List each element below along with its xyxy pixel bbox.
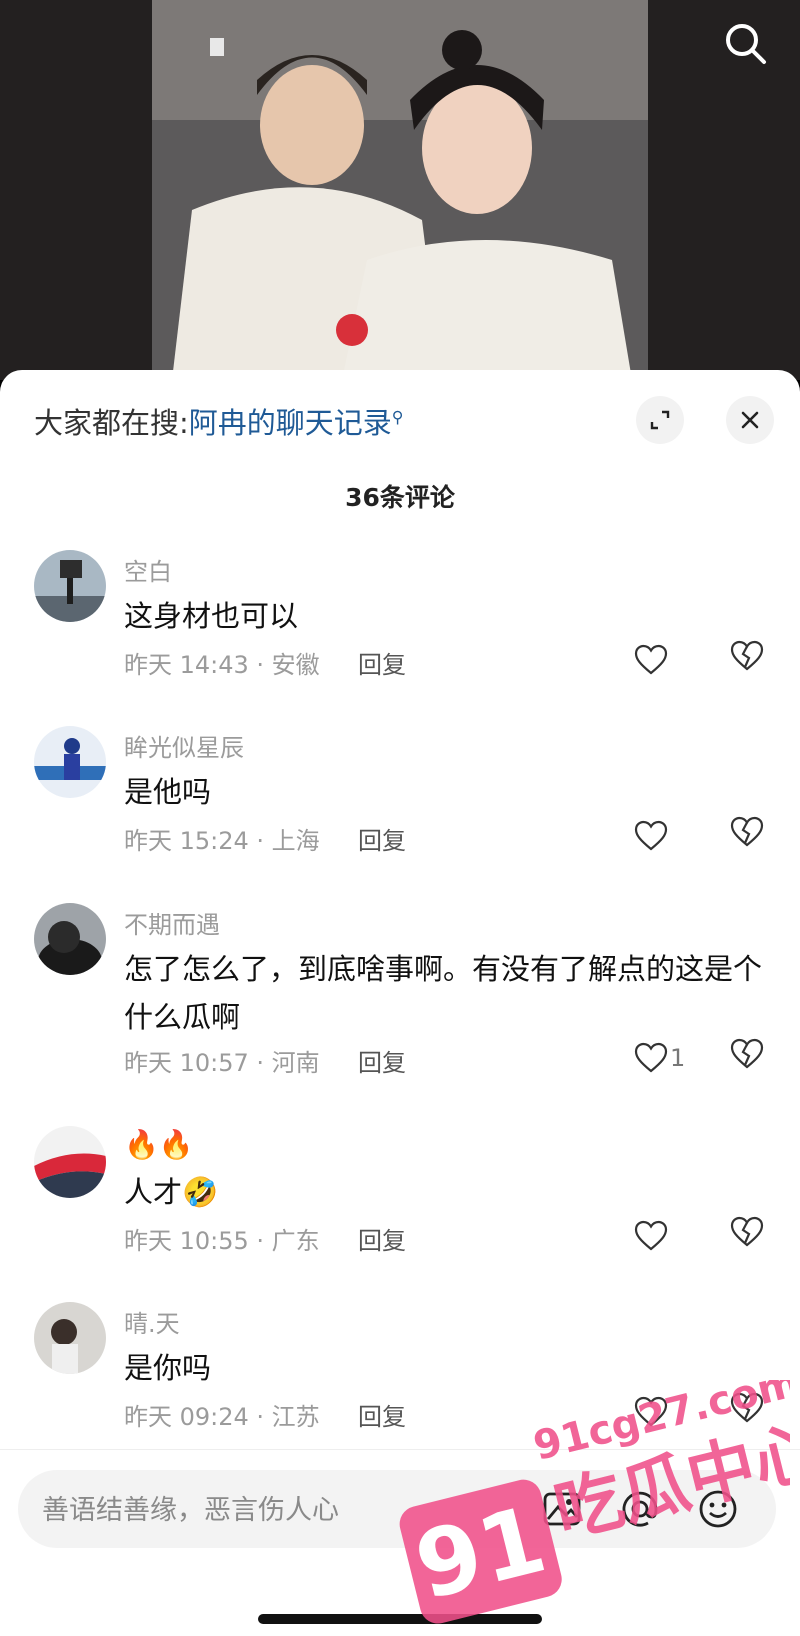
hot-search-bar[interactable]: 大家都在搜:阿冉的聊天记录⚲ xyxy=(34,400,404,442)
comment-username[interactable]: 晴.天 xyxy=(124,1304,180,1339)
dislike-button[interactable] xyxy=(730,1216,770,1256)
reply-button[interactable]: 回复 xyxy=(358,1043,406,1078)
comment-username[interactable]: 眸光似星辰 xyxy=(124,728,244,763)
hot-search-prefix: 大家都在搜: xyxy=(34,406,189,440)
reply-button[interactable]: 回复 xyxy=(358,1221,406,1256)
search-icon[interactable] xyxy=(720,18,772,70)
heart-icon xyxy=(634,820,668,851)
avatar[interactable] xyxy=(34,903,106,975)
broken-heart-icon xyxy=(730,1216,764,1247)
heart-icon xyxy=(634,1042,668,1073)
comment-meta: 昨天 10:57 · 河南 xyxy=(124,1049,320,1077)
avatar[interactable] xyxy=(34,726,106,798)
expand-icon xyxy=(650,410,670,430)
like-button[interactable] xyxy=(634,640,694,680)
comment-text: 人才🤣 xyxy=(124,1175,219,1209)
dislike-button[interactable] xyxy=(730,816,770,856)
comment-meta: 昨天 09:24 · 江苏 xyxy=(124,1403,320,1431)
comment-username[interactable]: 不期而遇 xyxy=(124,905,220,940)
like-button[interactable] xyxy=(634,1216,694,1256)
avatar[interactable] xyxy=(34,1302,106,1374)
like-count: 1 xyxy=(670,1044,686,1072)
dislike-button[interactable] xyxy=(730,640,770,680)
broken-heart-icon xyxy=(730,1038,764,1069)
dislike-button[interactable] xyxy=(730,1038,770,1078)
close-button[interactable] xyxy=(726,396,774,444)
comment-meta: 昨天 15:24 · 上海 xyxy=(124,827,320,855)
hot-search-keyword[interactable]: 阿冉的聊天记录 xyxy=(189,406,392,440)
heart-icon xyxy=(634,644,668,675)
comment-username[interactable]: 🔥🔥 xyxy=(124,1128,194,1161)
expand-button[interactable] xyxy=(636,396,684,444)
heart-icon xyxy=(634,1220,668,1251)
small-search-icon: ⚲ xyxy=(391,407,404,427)
comment-username[interactable]: 空白 xyxy=(124,552,172,587)
comment-text: 怎了怎么了，到底啥事啊。有没有了解点的这是个什么瓜啊 xyxy=(124,952,763,1034)
avatar[interactable] xyxy=(34,1126,106,1198)
comment-meta: 昨天 14:43 · 安徽 xyxy=(124,651,320,679)
reply-button[interactable]: 回复 xyxy=(358,645,406,680)
comment-text: 是他吗 xyxy=(124,775,212,809)
like-button[interactable] xyxy=(634,816,694,856)
comment-text: 这身材也可以 xyxy=(124,599,299,633)
close-icon xyxy=(741,411,759,429)
comment-meta: 昨天 10:55 · 广东 xyxy=(124,1227,320,1255)
video-area[interactable] xyxy=(0,0,800,380)
comment-count: 36条评论 xyxy=(345,483,455,512)
avatar[interactable] xyxy=(34,550,106,622)
site-watermark-logo: 91 91cg27.com 吃瓜中心 xyxy=(399,1380,790,1624)
reply-button[interactable]: 回复 xyxy=(358,821,406,856)
video-photo xyxy=(152,0,648,380)
broken-heart-icon xyxy=(730,640,764,671)
broken-heart-icon xyxy=(730,816,764,847)
like-button[interactable]: 1 xyxy=(634,1038,694,1078)
